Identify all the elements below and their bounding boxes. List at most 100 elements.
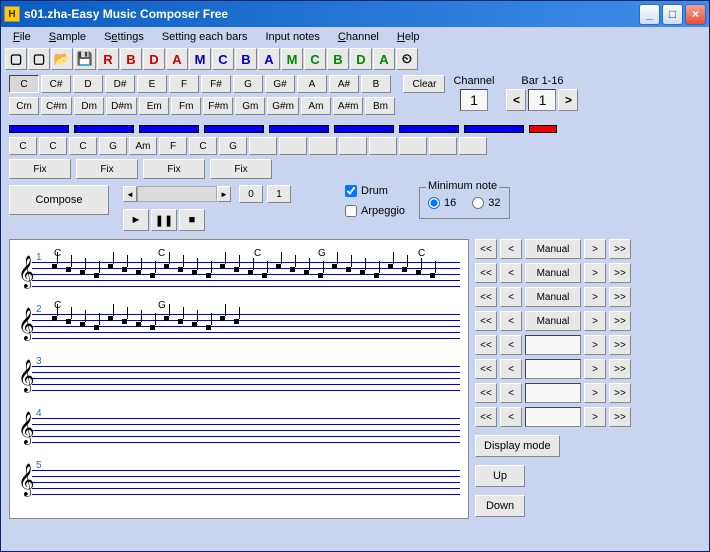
manual-select-4[interactable] xyxy=(525,335,581,355)
menu-help[interactable]: Help xyxy=(389,29,428,45)
manual-first-1[interactable]: << xyxy=(475,263,497,283)
minimize-button[interactable]: _ xyxy=(639,4,660,25)
manual-select-1[interactable]: Manual xyxy=(525,263,581,283)
chord-minor-em[interactable]: Em xyxy=(139,97,169,115)
seq-chord-empty-0[interactable] xyxy=(249,137,277,155)
maximize-button[interactable]: □ xyxy=(662,4,683,25)
toolbar-letter-0[interactable]: R xyxy=(97,48,119,70)
manual-select-2[interactable]: Manual xyxy=(525,287,581,307)
seq-chord-empty-3[interactable] xyxy=(339,137,367,155)
down-button[interactable]: Down xyxy=(475,495,525,517)
manual-prev-5[interactable]: < xyxy=(500,359,522,379)
manual-last-2[interactable]: >> xyxy=(609,287,631,307)
manual-last-0[interactable]: >> xyxy=(609,239,631,259)
scroll-left-button[interactable]: ◄ xyxy=(123,186,137,202)
toolbar-letter-10[interactable]: B xyxy=(327,48,349,70)
stop-button[interactable]: ■ xyxy=(179,209,205,231)
fix-button-1[interactable]: Fix xyxy=(76,159,138,179)
toolbar-letter-9[interactable]: C xyxy=(304,48,326,70)
menu-settings[interactable]: Settings xyxy=(96,29,152,45)
chord-minor-dm[interactable]: Dm xyxy=(74,97,104,115)
manual-last-3[interactable]: >> xyxy=(609,311,631,331)
manual-next-4[interactable]: > xyxy=(584,335,606,355)
chord-major-g[interactable]: G xyxy=(233,75,263,93)
toolbar-letter-11[interactable]: D xyxy=(350,48,372,70)
menu-each-bars[interactable]: Setting each bars xyxy=(154,29,256,45)
chord-minor-bm[interactable]: Bm xyxy=(365,97,395,115)
toolbar-letter-6[interactable]: B xyxy=(235,48,257,70)
manual-next-1[interactable]: > xyxy=(584,263,606,283)
chord-major-gs[interactable]: G# xyxy=(265,75,295,93)
toolbar-letter-1[interactable]: B xyxy=(120,48,142,70)
seq-chord-1[interactable]: C xyxy=(39,137,67,155)
open-icon[interactable]: 📂 xyxy=(51,48,73,70)
manual-last-4[interactable]: >> xyxy=(609,335,631,355)
manual-next-6[interactable]: > xyxy=(584,383,606,403)
radio-16[interactable]: 16 xyxy=(428,197,456,209)
fix-button-3[interactable]: Fix xyxy=(210,159,272,179)
toolbar-letter-12[interactable]: A xyxy=(373,48,395,70)
manual-first-6[interactable]: << xyxy=(475,383,497,403)
chord-minor-am[interactable]: Am xyxy=(301,97,331,115)
compose-button[interactable]: Compose xyxy=(9,185,109,215)
toolbar-letter-2[interactable]: D xyxy=(143,48,165,70)
clear-button[interactable]: Clear xyxy=(403,75,445,93)
arpeggio-checkbox[interactable]: Arpeggio xyxy=(345,205,405,217)
manual-next-5[interactable]: > xyxy=(584,359,606,379)
chord-major-e[interactable]: E xyxy=(137,75,167,93)
metronome-icon[interactable]: ⏲ xyxy=(396,48,418,70)
bar-prev-button[interactable]: < xyxy=(506,89,526,111)
manual-select-0[interactable]: Manual xyxy=(525,239,581,259)
manual-select-7[interactable] xyxy=(525,407,581,427)
chord-major-cs[interactable]: C# xyxy=(41,75,71,93)
chord-major-b[interactable]: B xyxy=(361,75,391,93)
close-button[interactable]: × xyxy=(685,4,706,25)
manual-last-6[interactable]: >> xyxy=(609,383,631,403)
toolbar-letter-3[interactable]: A xyxy=(166,48,188,70)
new-icon[interactable]: ▢ xyxy=(5,48,27,70)
manual-first-3[interactable]: << xyxy=(475,311,497,331)
chord-minor-cm[interactable]: Cm xyxy=(9,97,39,115)
manual-first-5[interactable]: << xyxy=(475,359,497,379)
chord-major-fs[interactable]: F# xyxy=(201,75,231,93)
new2-icon[interactable]: ▢ xyxy=(28,48,50,70)
seq-chord-2[interactable]: C xyxy=(69,137,97,155)
manual-select-5[interactable] xyxy=(525,359,581,379)
up-button[interactable]: Up xyxy=(475,465,525,487)
manual-last-5[interactable]: >> xyxy=(609,359,631,379)
manual-prev-0[interactable]: < xyxy=(500,239,522,259)
manual-first-2[interactable]: << xyxy=(475,287,497,307)
menu-channel[interactable]: Channel xyxy=(330,29,387,45)
chord-minor-dsm[interactable]: D#m xyxy=(106,97,137,115)
manual-first-4[interactable]: << xyxy=(475,335,497,355)
chord-major-c[interactable]: C xyxy=(9,75,39,93)
menu-sample[interactable]: Sample xyxy=(41,29,94,45)
manual-first-0[interactable]: << xyxy=(475,239,497,259)
manual-prev-1[interactable]: < xyxy=(500,263,522,283)
chord-major-as[interactable]: A# xyxy=(329,75,359,93)
scroll-track[interactable] xyxy=(137,186,217,202)
chord-minor-fsm[interactable]: F#m xyxy=(203,97,233,115)
manual-prev-2[interactable]: < xyxy=(500,287,522,307)
toolbar-letter-8[interactable]: M xyxy=(281,48,303,70)
chord-major-d[interactable]: D xyxy=(73,75,103,93)
toolbar-letter-4[interactable]: M xyxy=(189,48,211,70)
chord-minor-fm[interactable]: Fm xyxy=(171,97,201,115)
toolbar-letter-5[interactable]: C xyxy=(212,48,234,70)
seq-chord-3[interactable]: G xyxy=(99,137,127,155)
seq-chord-0[interactable]: C xyxy=(9,137,37,155)
manual-prev-7[interactable]: < xyxy=(500,407,522,427)
menu-file[interactable]: File xyxy=(5,29,39,45)
seq-chord-6[interactable]: C xyxy=(189,137,217,155)
manual-prev-4[interactable]: < xyxy=(500,335,522,355)
save-icon[interactable]: 💾 xyxy=(74,48,96,70)
seq-chord-empty-7[interactable] xyxy=(459,137,487,155)
seq-chord-empty-6[interactable] xyxy=(429,137,457,155)
manual-select-3[interactable]: Manual xyxy=(525,311,581,331)
seq-chord-4[interactable]: Am xyxy=(129,137,157,155)
chord-minor-gsm[interactable]: G#m xyxy=(267,97,299,115)
play-button[interactable]: ► xyxy=(123,209,149,231)
drum-checkbox[interactable]: Drum xyxy=(345,185,405,197)
chord-major-f[interactable]: F xyxy=(169,75,199,93)
manual-next-2[interactable]: > xyxy=(584,287,606,307)
